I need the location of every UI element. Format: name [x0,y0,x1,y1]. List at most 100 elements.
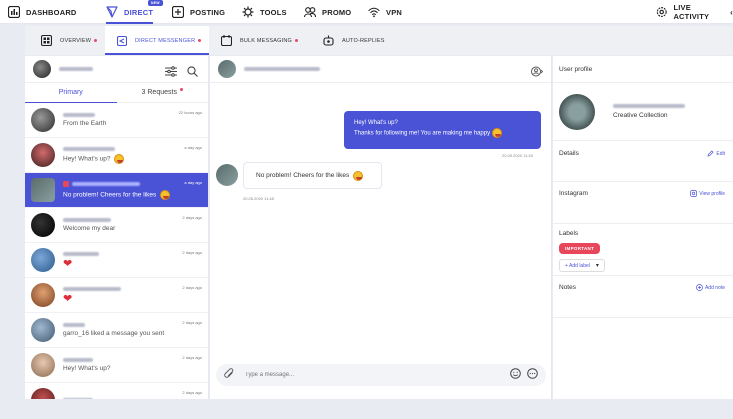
unread-flag-icon [63,180,69,187]
conversation-item[interactable]: garro_16 liked a message you sent 2 days… [25,313,208,348]
last-message: garro_16 liked a message you sent [63,330,165,337]
nav-posting[interactable]: POSTING [172,0,225,24]
contact-avatar [31,318,55,342]
add-label-dropdown[interactable]: + Add label ▾ [559,259,605,272]
nav-posting-label: POSTING [190,7,226,17]
add-note-label: Add note [704,284,725,291]
add-post-icon [172,6,184,18]
contact-name-redacted [63,286,121,291]
chat-contact-avatar[interactable] [218,60,236,78]
nav-vpn[interactable]: VPN [368,0,402,24]
add-note-link[interactable]: Add note [696,284,725,291]
profile-avatar [559,93,595,130]
conversation-item[interactable]: Hey! What's up? 2 days ago [25,348,208,383]
new-badge: NEW [148,0,163,6]
tab-requests[interactable]: 3 Requests [117,83,209,102]
heart-eyes-emoji-icon [492,128,503,138]
last-message: From the Earth [63,120,107,127]
conversation-item-active[interactable]: No problem! Cheers for the likes a day a… [25,173,208,208]
tab-bulk-messaging[interactable]: BULK MESSAGING [221,26,299,55]
tab-overview-label: OVERVIEW [60,37,92,44]
notification-dot [179,88,183,91]
edit-label: Edit [716,150,725,157]
account-name-redacted [59,67,93,71]
notification-dot [295,39,299,42]
nav-promo[interactable]: PROMO [304,0,351,24]
filter-icon[interactable] [165,64,177,82]
edit-details-link[interactable]: Edit [707,150,725,157]
view-profile-link[interactable]: View profile [690,190,725,197]
outgoing-message-line2: Thanks for following me! You are making … [354,128,531,139]
conversation-item[interactable]: ❤ 2 days ago [25,243,208,278]
sub-navigation: OVERVIEW DIRECT MESSENGER BULK MESSAGING… [25,26,733,55]
message-composer [216,364,546,386]
contact-name-redacted [72,181,140,186]
profile-name: Creative Collection [613,112,668,119]
contact-name-redacted [63,218,111,222]
gear-icon [656,7,667,17]
last-message-text: Hey! What's up? [63,155,111,163]
contact-avatar [31,353,55,377]
inbox-header [25,56,208,83]
search-icon[interactable] [187,64,198,82]
tab-overview[interactable]: OVERVIEW [37,26,101,55]
account-avatar[interactable] [33,60,51,78]
nav-live-activity-label: LIVE ACTIVITY [673,3,710,21]
tab-auto-replies[interactable]: AUTO-REPLIES [323,26,385,55]
chat-contact-name-redacted [244,67,320,71]
outgoing-message-time: 20.05.2020 11:45 [502,153,533,158]
inbox-tabs: Primary 3 Requests [25,83,208,103]
last-message: Welcome my dear [63,225,116,232]
message-input[interactable] [245,372,510,378]
contact-name-redacted [63,113,95,117]
quick-replies-icon[interactable] [527,366,538,384]
sender-avatar [216,164,238,186]
heart-icon: ❤ [63,292,73,305]
contact-avatar [31,388,55,399]
notification-dot [94,39,98,42]
nav-tools[interactable]: TOOLS [242,0,287,24]
contact-name-redacted [63,323,85,327]
instagram-icon [690,190,698,197]
contact-name-redacted [63,358,93,362]
profile-header: User profile [553,56,733,83]
conversation-item[interactable]: From the Earth 22 hours ago [25,103,208,138]
nav-direct[interactable]: DIRECT NEW [106,0,163,24]
emoji-picker-icon[interactable] [510,366,521,384]
notes-section: Notes Add note [553,276,733,318]
conversation-item[interactable]: 2 days ago [25,383,208,399]
tab-direct-messenger-label: DIRECT MESSENGER [135,37,196,44]
conversation-item[interactable]: Welcome my dear 2 days ago [25,208,208,243]
tab-primary[interactable]: Primary [25,83,117,103]
grin-emoji-icon [160,189,171,200]
conversation-item[interactable]: Hey! What's up? a day ago [25,138,208,173]
last-message: No problem! Cheers for the likes [63,189,202,200]
chevron-down-icon: ▾ [595,263,599,269]
conversation-item[interactable]: ❤ 2 days ago [25,278,208,313]
chat-panel: Hey! What's up? Thanks for following me!… [210,56,552,399]
conversation-list: From the Earth 22 hours ago Hey! What's … [25,103,208,399]
notes-title: Notes [559,284,576,291]
message-time: 2 days ago [182,215,202,220]
tab-direct-messenger[interactable]: DIRECT MESSENGER [105,26,209,55]
page-background [0,400,733,419]
attachment-icon[interactable] [224,366,235,384]
nav-tools-label: TOOLS [260,7,287,17]
contact-name-redacted [63,251,99,256]
nav-live-activity[interactable]: LIVE ACTIVITY ‹ [656,0,733,24]
nav-dashboard[interactable]: DASHBOARD [8,0,77,24]
message-time: 2 days ago [182,320,202,325]
tab-bulk-messaging-label: BULK MESSAGING [240,37,293,44]
incoming-message-time: 20.05.2020 11:48 [243,196,274,201]
tab-requests-label: 3 Requests [141,89,177,96]
details-title: Details [559,150,579,157]
profile-username-redacted [613,104,685,108]
label-important[interactable]: IMPORTANT [559,243,601,254]
plus-circle-icon [696,284,703,291]
contact-card-icon[interactable] [531,64,544,82]
contact-avatar [31,248,55,272]
wifi-icon [368,7,380,18]
nav-dashboard-label: DASHBOARD [26,7,77,17]
contact-avatar [31,178,55,202]
contact-name-redacted [63,146,115,151]
